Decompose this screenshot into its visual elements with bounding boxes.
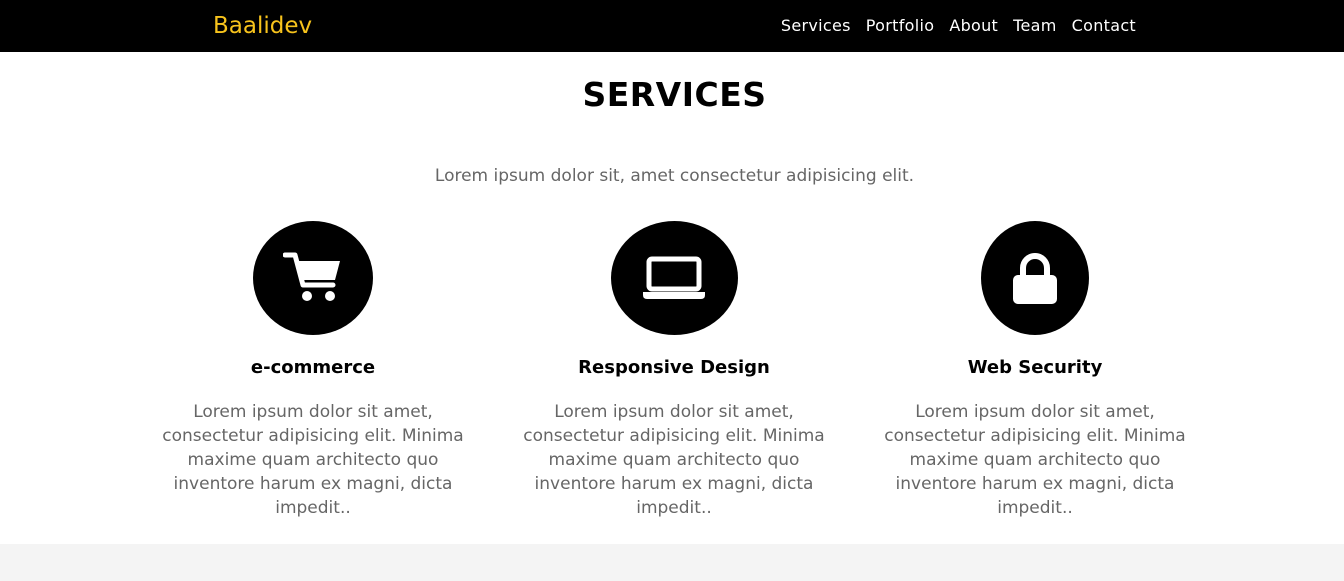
nav-link-services[interactable]: Services [781,15,851,37]
nav-link-contact[interactable]: Contact [1072,15,1136,37]
nav-link-team[interactable]: Team [1013,15,1057,37]
shopping-cart-icon [283,252,340,301]
service-card-web-security: Web Security Lorem ipsum dolor sit amet,… [865,221,1205,520]
icon-circle [981,221,1089,335]
service-card-responsive-design: Responsive Design Lorem ipsum dolor sit … [504,221,844,520]
services-title: SERVICES [582,75,767,114]
brand-logo[interactable]: Baalidev [213,11,312,41]
nav-links: Services Portfolio About Team Contact [781,15,1136,37]
card-title: e-commerce [250,357,376,378]
card-text: Lorem ipsum dolor sit amet, consectetur … [162,402,464,518]
card-title: Responsive Design [578,357,770,378]
nav-link-about[interactable]: About [949,15,998,37]
icon-circle [253,221,373,335]
laptop-icon [643,256,705,299]
navbar: Baalidev Services Portfolio About Team C… [0,0,1344,52]
service-card-ecommerce: e-commerce Lorem ipsum dolor sit amet, c… [143,221,483,520]
services-subtitle: Lorem ipsum dolor sit, amet consectetur … [434,166,915,186]
card-text: Lorem ipsum dolor sit amet, consectetur … [523,402,825,518]
next-section-band [0,544,1344,581]
card-title: Web Security [967,357,1103,378]
card-text: Lorem ipsum dolor sit amet, consectetur … [884,402,1186,518]
nav-link-portfolio[interactable]: Portfolio [866,15,935,37]
lock-icon [1013,253,1057,304]
icon-circle [610,221,738,335]
